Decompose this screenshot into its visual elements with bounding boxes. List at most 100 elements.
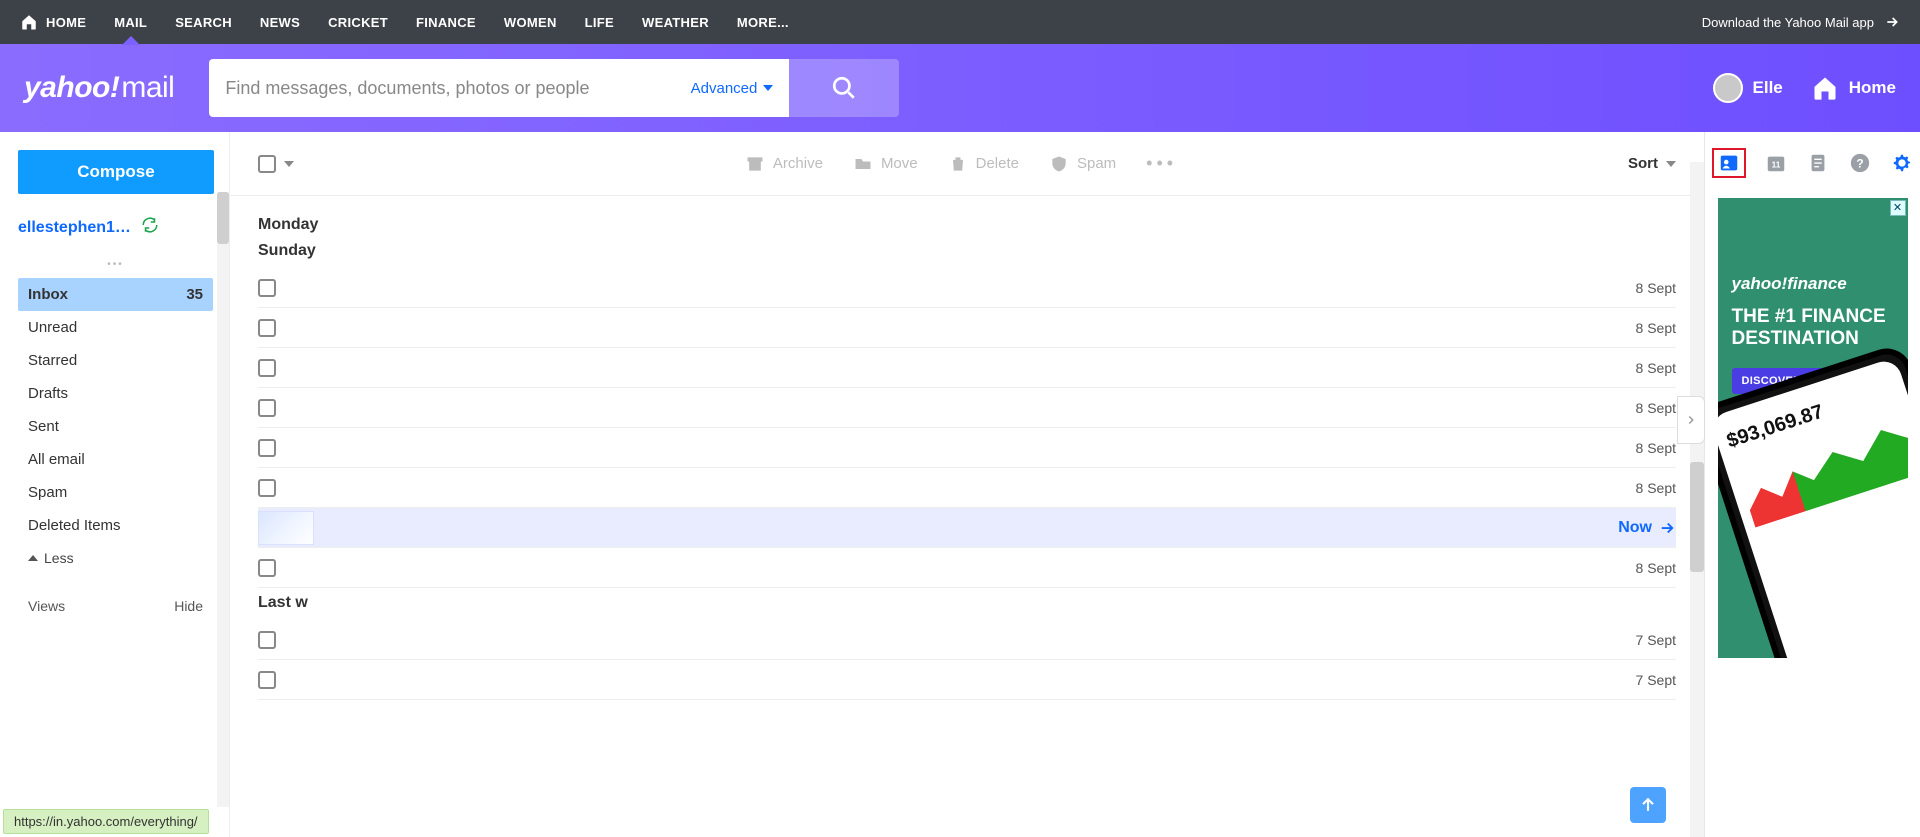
home-link[interactable]: Home	[1811, 74, 1896, 102]
more-actions[interactable]: •••	[1146, 153, 1177, 174]
message-list[interactable]: MondaySunday8 Sept8 Sept8 Sept8 Sept8 Se…	[230, 196, 1704, 837]
compose-button[interactable]: Compose	[18, 150, 214, 194]
advanced-search-toggle[interactable]: Advanced	[681, 80, 774, 97]
spam-button[interactable]: Spam	[1049, 154, 1116, 174]
message-checkbox[interactable]	[258, 439, 276, 457]
message-date: 8 Sept	[1636, 480, 1676, 496]
folder-label: Spam	[28, 484, 67, 501]
message-checkbox[interactable]	[258, 479, 276, 497]
ad-logo: yahoo!finance	[1732, 274, 1847, 294]
message-row[interactable]: 8 Sept	[258, 548, 1676, 588]
message-checkbox[interactable]	[258, 279, 276, 297]
folder-starred[interactable]: Starred	[18, 344, 213, 377]
sort-label: Sort	[1628, 155, 1658, 172]
message-scrollbar[interactable]	[1690, 162, 1704, 837]
top-nav-weather[interactable]: WEATHER	[642, 0, 709, 44]
sidebar-drag-handle[interactable]: •••	[18, 259, 213, 270]
search-input[interactable]	[225, 78, 680, 99]
notepad-button[interactable]	[1806, 151, 1830, 175]
status-bar-url: https://in.yahoo.com/everything/	[3, 809, 209, 834]
message-checkbox[interactable]	[258, 671, 276, 689]
archive-button[interactable]: Archive	[745, 154, 823, 174]
message-date: 8 Sept	[1636, 440, 1676, 456]
message-row[interactable]: 8 Sept	[258, 348, 1676, 388]
folder-list: Inbox35UnreadStarredDraftsSent All email S…	[18, 278, 213, 542]
message-date: 8 Sept	[1636, 400, 1676, 416]
top-nav-finance[interactable]: FINANCE	[416, 0, 476, 44]
download-app-link[interactable]: Download the Yahoo Mail app	[1702, 14, 1900, 30]
message-checkbox[interactable]	[258, 399, 276, 417]
select-all[interactable]	[258, 155, 294, 173]
delete-button[interactable]: Delete	[948, 154, 1019, 174]
now-badge: Now	[1618, 519, 1676, 537]
message-row[interactable]: 8 Sept	[258, 428, 1676, 468]
user-area: Elle Home	[1713, 73, 1896, 103]
top-nav-women[interactable]: WOMEN	[504, 0, 557, 44]
top-nav-home[interactable]: HOME	[20, 0, 86, 44]
collapse-folders[interactable]: Less	[18, 542, 213, 574]
message-checkbox[interactable]	[258, 319, 276, 337]
move-label: Move	[881, 155, 918, 172]
help-button[interactable]: ?	[1848, 151, 1872, 175]
yahoo-property-bar: HOME MAIL SEARCH NEWS CRICKET FINANCE WOMEN LIF…	[0, 0, 1920, 44]
sort-toggle[interactable]: Sort	[1628, 155, 1676, 172]
message-row[interactable]: 7 Sept	[258, 660, 1676, 700]
notepad-icon	[1807, 152, 1829, 174]
folder-spam[interactable]: Spam	[18, 476, 213, 509]
move-button[interactable]: Move	[853, 154, 918, 174]
expand-rail-toggle[interactable]	[1677, 396, 1705, 444]
move-icon	[853, 154, 873, 174]
folder-drafts[interactable]: Drafts	[18, 377, 213, 410]
sidebar-scrollbar[interactable]	[217, 192, 229, 807]
scroll-to-top[interactable]	[1630, 787, 1666, 823]
message-row[interactable]: 8 Sept	[258, 268, 1676, 308]
archive-label: Archive	[773, 155, 823, 172]
message-checkbox[interactable]	[258, 559, 276, 577]
nav-label: MAIL	[114, 15, 147, 30]
message-row[interactable]: 8 Sept	[258, 468, 1676, 508]
user-menu[interactable]: Elle	[1713, 73, 1783, 103]
message-date: 7 Sept	[1636, 672, 1676, 688]
yahoo-mail-logo[interactable]: yahoo! mail	[24, 71, 174, 105]
message-row[interactable]: Now	[258, 508, 1676, 548]
mail-header: yahoo! mail Advanced Elle Home	[0, 44, 1920, 132]
message-toolbar: Archive Move Delete Spam ••• Sort	[230, 132, 1704, 196]
ad-close-button[interactable]: ✕	[1890, 200, 1906, 216]
folder-sent[interactable]: Sent	[18, 410, 213, 443]
message-row[interactable]: 8 Sept	[258, 308, 1676, 348]
folder-unread[interactable]: Unread	[18, 311, 213, 344]
date-group-header: Last w	[258, 594, 1676, 612]
download-app-label: Download the Yahoo Mail app	[1702, 15, 1874, 30]
delete-label: Delete	[976, 155, 1019, 172]
top-nav-more[interactable]: MORE...	[737, 0, 789, 44]
folder-deleted-items[interactable]: Deleted Items	[18, 509, 213, 542]
avatar-icon	[1713, 73, 1743, 103]
ad-headline: THE #1 FINANCE DESTINATION	[1732, 306, 1898, 350]
settings-button[interactable]	[1890, 151, 1914, 175]
chevron-down-icon	[284, 161, 294, 167]
views-label[interactable]: Views	[28, 598, 65, 614]
calendar-button[interactable]: 11	[1764, 151, 1788, 175]
message-row[interactable]: 7 Sept	[258, 620, 1676, 660]
top-nav-cricket[interactable]: CRICKET	[328, 0, 388, 44]
message-checkbox[interactable]	[258, 631, 276, 649]
chevron-down-icon	[1666, 161, 1676, 167]
message-row[interactable]: 8 Sept	[258, 388, 1676, 428]
top-nav-life[interactable]: LIFE	[585, 0, 614, 44]
message-pane: Archive Move Delete Spam ••• Sort	[230, 132, 1705, 837]
search-icon	[831, 75, 857, 101]
account-switcher[interactable]: ellestephen1…	[18, 216, 213, 239]
search-button[interactable]	[789, 59, 899, 117]
refresh-icon[interactable]	[141, 216, 159, 239]
top-nav-news[interactable]: NEWS	[260, 0, 300, 44]
top-nav-mail[interactable]: MAIL	[114, 0, 147, 44]
message-checkbox[interactable]	[258, 359, 276, 377]
folder-inbox[interactable]: Inbox35	[18, 278, 213, 311]
folder-all-email[interactable]: All email	[18, 443, 213, 476]
folder-label: All email	[28, 451, 85, 468]
sidebar-ad[interactable]: ✕ yahoo!finance THE #1 FINANCE DESTINATI…	[1718, 198, 1908, 658]
top-nav-search[interactable]: SEARCH	[175, 0, 232, 44]
nav-label: MORE...	[737, 15, 789, 30]
contacts-button[interactable]	[1712, 148, 1746, 178]
hide-views[interactable]: Hide	[174, 598, 203, 614]
